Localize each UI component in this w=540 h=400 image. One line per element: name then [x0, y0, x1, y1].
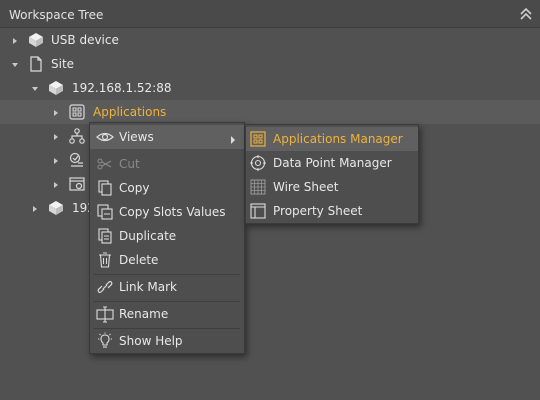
menu-item-views[interactable]: Views [90, 125, 244, 149]
expand-arrow-icon[interactable] [51, 107, 61, 117]
expand-arrow-icon[interactable] [51, 155, 61, 165]
submenu-item-applications-manager[interactable]: Applications Manager [246, 127, 418, 151]
network-icon [68, 127, 86, 145]
submenu-item-label: Data Point Manager [273, 156, 392, 170]
copy-slots-icon [96, 203, 114, 221]
tree-node-usb-device[interactable]: USB device [0, 28, 540, 52]
site-icon [27, 55, 45, 73]
menu-item-label: Rename [119, 307, 169, 321]
copy-icon [96, 179, 114, 197]
menu-item-label: Views [119, 130, 154, 144]
menu-item-label: Delete [119, 253, 159, 267]
submenu-item-label: Applications Manager [273, 132, 403, 146]
menu-item-rename[interactable]: Rename [90, 302, 244, 326]
config-icon [68, 175, 86, 193]
menu-item-label: Duplicate [119, 229, 177, 243]
menu-item-delete[interactable]: Delete [90, 248, 244, 272]
submenu-item-label: Wire Sheet [273, 180, 339, 194]
menu-item-label: Copy [119, 181, 150, 195]
menu-item-duplicate[interactable]: Duplicate [90, 224, 244, 248]
eye-icon [96, 128, 114, 146]
menu-item-label: Link Mark [119, 280, 177, 294]
applications-manager-icon [249, 130, 267, 148]
device-icon [27, 31, 45, 49]
panel-title: Workspace Tree [9, 8, 104, 22]
submenu-item-property-sheet[interactable]: Property Sheet [246, 199, 418, 223]
submenu-item-wire-sheet[interactable]: Wire Sheet [246, 175, 418, 199]
expand-arrow-icon[interactable] [51, 179, 61, 189]
expand-arrow-icon[interactable] [51, 131, 61, 141]
expand-arrow-icon[interactable] [30, 203, 40, 213]
menu-item-label: Show Help [119, 334, 183, 348]
menu-item-link-mark[interactable]: Link Mark [90, 275, 244, 299]
duplicate-icon [96, 227, 114, 245]
services-icon [68, 151, 86, 169]
submenu-arrow-icon [230, 133, 236, 147]
tree-node-label: Applications [93, 105, 167, 119]
menu-item-copy[interactable]: Copy [90, 176, 244, 200]
tree-node-site[interactable]: Site [0, 52, 540, 76]
submenu-item-data-point-manager[interactable]: Data Point Manager [246, 151, 418, 175]
rename-icon [96, 305, 114, 323]
panel-header: Workspace Tree [0, 0, 540, 28]
submenu-item-label: Property Sheet [273, 204, 363, 218]
collapse-arrow-icon[interactable] [10, 59, 20, 69]
menu-item-copy-slots-values[interactable]: Copy Slots Values [90, 200, 244, 224]
menu-item-label: Copy Slots Values [119, 205, 226, 219]
tree-node-label: USB device [51, 33, 119, 47]
tree-node-applications[interactable]: Applications [0, 100, 540, 124]
collapse-icon[interactable] [518, 7, 534, 21]
data-point-manager-icon [249, 154, 267, 172]
trash-icon [96, 251, 114, 269]
device-icon [47, 199, 65, 217]
menu-item-cut[interactable]: Cut [90, 152, 244, 176]
tree-node-label: Site [51, 57, 75, 71]
lightbulb-icon [96, 332, 114, 350]
scissors-icon [96, 155, 114, 173]
views-submenu: Applications Manager Data Point Manager … [245, 124, 419, 224]
menu-item-label: Cut [119, 157, 140, 171]
collapse-arrow-icon[interactable] [30, 83, 40, 93]
device-icon [47, 79, 65, 97]
link-icon [96, 278, 114, 296]
tree-node-device-ip[interactable]: 192.168.1.52:88 [0, 76, 540, 100]
tree-node-label: 192.168.1.52:88 [72, 81, 172, 95]
expand-arrow-icon[interactable] [10, 35, 20, 45]
property-sheet-icon [249, 202, 267, 220]
menu-item-show-help[interactable]: Show Help [90, 329, 244, 353]
wire-sheet-icon [249, 178, 267, 196]
applications-icon [68, 103, 86, 121]
context-menu: Views Cut Copy Copy Slots Values Duplica… [89, 122, 245, 354]
